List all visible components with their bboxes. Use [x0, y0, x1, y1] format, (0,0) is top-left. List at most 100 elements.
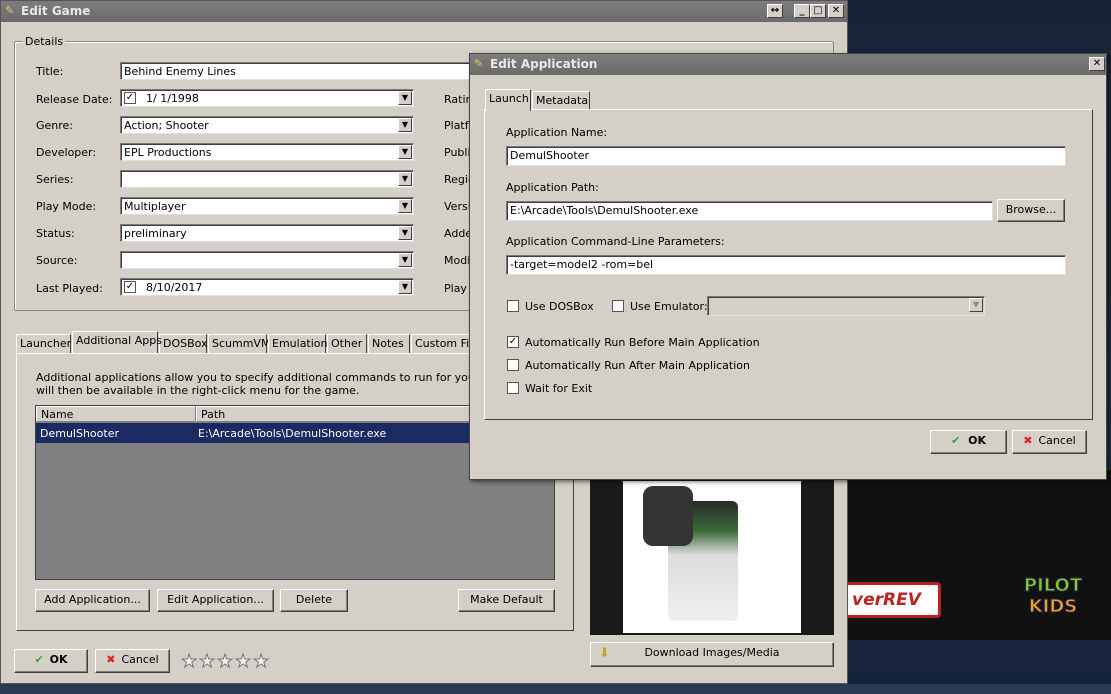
source-combo[interactable]: ▼: [120, 251, 414, 269]
cabinet-side: [643, 486, 693, 546]
maximize-button[interactable]: □: [810, 4, 826, 18]
rating-star-4[interactable]: ★: [234, 651, 251, 673]
tab-dosbox[interactable]: DOSBox: [159, 334, 208, 353]
close-button[interactable]: ✕: [828, 4, 844, 18]
edit-application-titlebar[interactable]: ✎ Edit Application ✕: [470, 54, 1106, 75]
resize-icon[interactable]: ↔: [767, 4, 783, 18]
wait-exit-checkbox[interactable]: [507, 382, 519, 394]
cancel-label: Cancel: [1038, 434, 1076, 447]
cancel-button[interactable]: ✖ Cancel: [95, 649, 170, 673]
title-label: Title:: [36, 65, 64, 78]
pencil-icon: ✎: [5, 4, 15, 17]
app-name-label: Application Name:: [506, 126, 608, 139]
chevron-down-icon[interactable]: ▼: [398, 253, 412, 267]
auto-after-label: Automatically Run After Main Application: [525, 359, 750, 372]
developer-combo[interactable]: EPL Productions ▼: [120, 143, 414, 161]
auto-before-label: Automatically Run Before Main Applicatio…: [525, 336, 760, 349]
tab-scummvm[interactable]: ScummVM: [208, 334, 270, 353]
additional-apps-description: Additional applications allow you to spe…: [36, 371, 542, 384]
pilot-kids-logo: PILOT KIDS: [1008, 575, 1098, 630]
desktop-artwork-strip: verREV PILOT KIDS: [833, 470, 1111, 640]
auto-after-checkbox[interactable]: [507, 359, 519, 371]
genre-combo[interactable]: Action; Shooter ▼: [120, 116, 414, 134]
column-header-name[interactable]: Name: [36, 406, 196, 422]
wait-exit-label: Wait for Exit: [525, 382, 593, 395]
release-date-checkbox[interactable]: ✓: [124, 92, 136, 104]
series-combo[interactable]: ▼: [120, 170, 414, 188]
use-dosbox-label: Use DOSBox: [525, 300, 594, 313]
last-played-label: Last Played:: [36, 282, 103, 295]
tab-launch[interactable]: Launch: [485, 89, 531, 111]
kids-text: KIDS: [1028, 596, 1078, 618]
browse-button[interactable]: Browse...: [997, 199, 1065, 222]
genre-value: Action; Shooter: [124, 119, 209, 132]
chevron-down-icon[interactable]: ▼: [398, 172, 412, 186]
tab-other[interactable]: Other: [327, 334, 367, 353]
last-played-checkbox[interactable]: ✓: [124, 281, 136, 293]
play-mode-combo[interactable]: Multiplayer ▼: [120, 197, 414, 215]
edit-game-titlebar[interactable]: ✎ Edit Game ↔ _ □ ✕: [1, 1, 847, 22]
delete-button[interactable]: Delete: [280, 589, 348, 612]
make-default-button[interactable]: Make Default: [458, 589, 555, 612]
use-dosbox-checkbox[interactable]: [507, 300, 519, 312]
chevron-down-icon[interactable]: ▼: [398, 145, 412, 159]
media-preview: [590, 479, 834, 635]
chevron-down-icon[interactable]: ▼: [398, 91, 412, 105]
app-tabs: Launch Metadata: [485, 88, 685, 111]
close-button[interactable]: ✕: [1089, 57, 1105, 71]
cancel-button[interactable]: ✖ Cancel: [1012, 430, 1087, 454]
rating-star-3[interactable]: ★: [216, 651, 233, 673]
auto-before-checkbox[interactable]: ✓: [507, 336, 519, 348]
ok-button[interactable]: ✔ OK: [930, 430, 1007, 454]
rating-star-5[interactable]: ★: [252, 651, 269, 673]
chevron-down-icon[interactable]: ▼: [398, 118, 412, 132]
app-path-input[interactable]: E:\Arcade\Tools\DemulShooter.exe: [506, 201, 993, 221]
rating-star-1[interactable]: ★: [180, 651, 197, 673]
ok-button[interactable]: ✔ OK: [14, 649, 88, 673]
chevron-down-icon[interactable]: ▼: [398, 280, 412, 294]
edit-application-dialog: ✎ Edit Application ✕ Launch Metadata App…: [469, 53, 1107, 480]
cancel-label: Cancel: [121, 653, 159, 666]
add-application-button[interactable]: Add Application...: [35, 589, 150, 612]
tab-metadata[interactable]: Metadata: [532, 91, 590, 110]
cmdline-label: Application Command-Line Parameters:: [506, 235, 725, 248]
download-label: Download Images/Media: [644, 646, 780, 659]
cmdline-input[interactable]: -target=model2 -rom=bel: [506, 255, 1066, 275]
status-combo[interactable]: preliminary ▼: [120, 224, 414, 242]
edit-application-button[interactable]: Edit Application...: [157, 589, 274, 612]
chevron-down-icon[interactable]: ▼: [398, 199, 412, 213]
dialog-title: Edit Application: [490, 57, 598, 71]
developer-value: EPL Productions: [124, 146, 212, 159]
close-icon: ✖: [1023, 434, 1033, 447]
tab-additional-apps[interactable]: Additional Apps: [72, 331, 162, 353]
taskbar: [0, 684, 1111, 694]
additional-apps-description-2: will then be available in the right-clic…: [36, 384, 360, 397]
minimize-button[interactable]: _: [794, 4, 810, 18]
tab-emulation[interactable]: Emulation: [268, 334, 328, 353]
release-date-value: 1/ 1/1998: [146, 92, 199, 105]
play-mode-value: Multiplayer: [124, 200, 186, 213]
use-emulator-label: Use Emulator:: [630, 300, 708, 313]
chevron-down-icon[interactable]: ▼: [969, 298, 983, 312]
pencil-icon: ✎: [474, 57, 484, 70]
added-label: Adde: [444, 227, 473, 240]
check-icon: ✔: [34, 653, 44, 666]
series-label: Series:: [36, 173, 74, 186]
over-rev-logo: verREV: [843, 582, 941, 618]
title-input[interactable]: Behind Enemy Lines: [120, 62, 475, 80]
tab-notes[interactable]: Notes: [368, 334, 410, 353]
app-name-input[interactable]: DemulShooter: [506, 146, 1066, 166]
status-label: Status:: [36, 227, 75, 240]
app-path-label: Application Path:: [506, 181, 599, 194]
release-date-picker[interactable]: ✓ 1/ 1/1998 ▼: [120, 89, 414, 107]
genre-label: Genre:: [36, 119, 74, 132]
rating-star-2[interactable]: ★: [198, 651, 215, 673]
tab-launcher[interactable]: Launcher: [16, 334, 71, 353]
use-emulator-checkbox[interactable]: [612, 300, 624, 312]
emulator-combo[interactable]: ▼: [707, 296, 985, 316]
check-icon: ✔: [950, 434, 961, 447]
last-played-picker[interactable]: ✓ 8/10/2017 ▼: [120, 278, 414, 296]
window-title: Edit Game: [21, 4, 91, 18]
chevron-down-icon[interactable]: ▼: [398, 226, 412, 240]
download-media-button[interactable]: ⬇ Download Images/Media: [590, 642, 834, 667]
